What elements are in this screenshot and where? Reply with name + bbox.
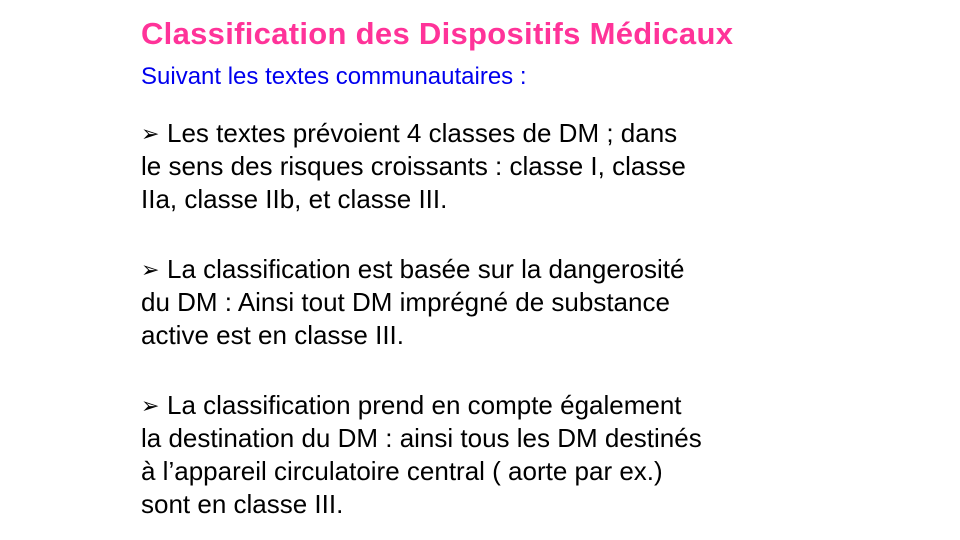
bullet-list: ➢ Les textes prévoient 4 classes de DM ; … bbox=[141, 117, 841, 521]
bullet-line: le sens des risques croissants : classe … bbox=[141, 151, 686, 181]
bullet-line: sont en classe III. bbox=[141, 489, 344, 519]
bullet-text: Les textes prévoient 4 classes de DM ; d… bbox=[167, 118, 678, 148]
bullet-line: du DM : Ainsi tout DM imprégné de substa… bbox=[141, 287, 670, 317]
arrow-bullet-icon: ➢ bbox=[141, 393, 160, 418]
arrow-bullet-icon: ➢ bbox=[141, 257, 160, 282]
bullet-text: La classification est basée sur la dange… bbox=[167, 254, 685, 284]
arrow-bullet-icon: ➢ bbox=[141, 121, 160, 146]
slide: Classification des Dispositifs Médicaux … bbox=[0, 0, 960, 540]
bullet-line: à l’appareil circulatoire central ( aort… bbox=[141, 456, 663, 486]
bullet-line: active est en classe III. bbox=[141, 320, 405, 350]
bullet-item: ➢ La classification est basée sur la dang… bbox=[141, 253, 841, 352]
slide-title: Classification des Dispositifs Médicaux bbox=[141, 16, 734, 51]
bullet-line: IIa, classe IIb, et classe III. bbox=[141, 184, 448, 214]
slide-subtitle: Suivant les textes communautaires : bbox=[141, 63, 527, 90]
bullet-line: ➢ La classification est basée sur la dang… bbox=[141, 253, 841, 286]
bullet-line: ➢ Les textes prévoient 4 classes de DM ; … bbox=[141, 117, 841, 150]
bullet-line: ➢ La classification prend en compte égale… bbox=[141, 389, 841, 422]
bullet-line: la destination du DM : ainsi tous les DM… bbox=[141, 423, 702, 453]
bullet-text: La classification prend en compte égalem… bbox=[167, 390, 682, 420]
bullet-item: ➢ Les textes prévoient 4 classes de DM ; … bbox=[141, 117, 841, 216]
bullet-item: ➢ La classification prend en compte égale… bbox=[141, 389, 841, 521]
